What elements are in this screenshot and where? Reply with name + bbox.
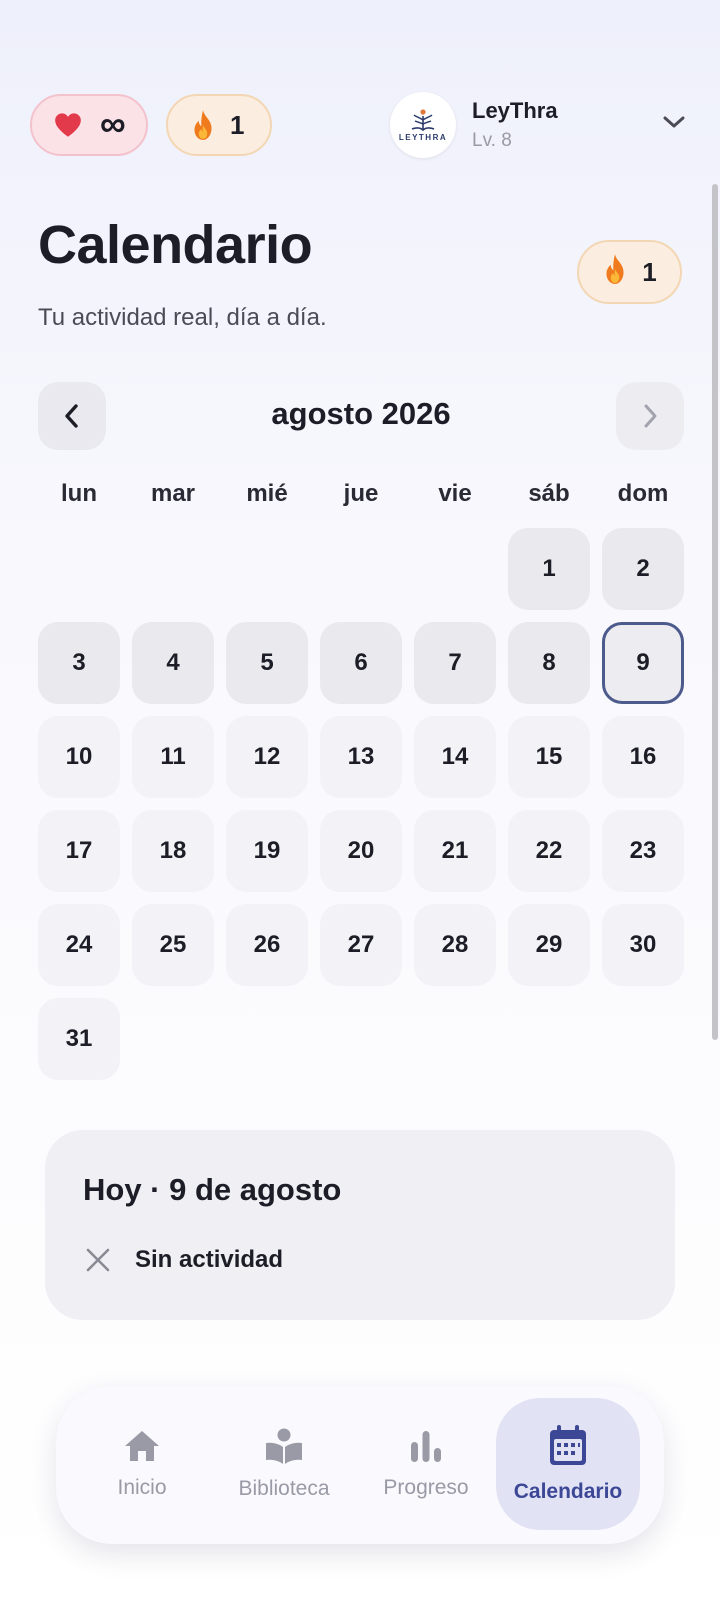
book-reader-icon [266, 1428, 302, 1464]
weekday-label: mié [246, 480, 288, 507]
calendar-grid: 1 2 3 4 5 6 7 8 9 10 11 12 13 14 15 16 1… [38, 528, 684, 1088]
home-icon [125, 1431, 159, 1461]
nav-item-inicio[interactable]: Inicio [70, 1398, 214, 1530]
activity-status-text: Sin actividad [135, 1246, 284, 1273]
flame-icon [190, 109, 216, 141]
day-cell[interactable]: 22 [508, 810, 590, 892]
day-cell[interactable]: 15 [508, 716, 590, 798]
weekday-label: jue [343, 480, 379, 507]
nav-item-biblioteca[interactable]: Biblioteca [212, 1398, 356, 1530]
day-cell[interactable]: 24 [38, 904, 120, 986]
day-cell[interactable]: 12 [226, 716, 308, 798]
day-cell[interactable]: 1 [508, 528, 590, 610]
next-month-button[interactable] [616, 382, 684, 450]
day-cell[interactable]: 18 [132, 810, 214, 892]
day-cell[interactable]: 5 [226, 622, 308, 704]
day-cell[interactable]: 3 [38, 622, 120, 704]
bar-chart-icon [411, 1431, 441, 1462]
flame-icon [602, 253, 628, 292]
nav-item-calendario[interactable]: Calendario [496, 1398, 640, 1530]
scrollbar[interactable] [712, 184, 718, 1040]
chevron-down-icon[interactable] [662, 114, 686, 135]
day-cell[interactable]: 20 [320, 810, 402, 892]
summary-title: Hoy · 9 de agosto [83, 1172, 342, 1207]
calendar-icon [550, 1425, 586, 1465]
day-cell[interactable]: 26 [226, 904, 308, 986]
day-cell[interactable]: 16 [602, 716, 684, 798]
weekday-header: lun mar mié jue vie sáb dom [38, 480, 684, 520]
profile-menu[interactable]: LEYTHRA LeyThra Lv. 8 [390, 92, 690, 158]
weekday-label: mar [150, 480, 196, 507]
lives-value: ∞ [100, 102, 126, 144]
month-label: agosto 2026 [271, 396, 451, 431]
lives-pill[interactable]: ∞ [30, 94, 148, 156]
day-cell[interactable]: 25 [132, 904, 214, 986]
close-icon [86, 1248, 110, 1272]
weekday-label: sáb [528, 480, 570, 507]
streak-value: 1 [230, 109, 245, 140]
user-level: Lv. 8 [472, 130, 512, 151]
day-cell[interactable]: 29 [508, 904, 590, 986]
nav-label: Calendario [513, 1480, 623, 1503]
nav-label: Biblioteca [238, 1477, 330, 1500]
nav-item-progreso[interactable]: Progreso [354, 1398, 498, 1530]
weekday-label: lun [61, 480, 97, 507]
weekday-label: vie [438, 480, 472, 507]
streak-badge: 1 [577, 240, 682, 304]
day-cell[interactable]: 17 [38, 810, 120, 892]
bottom-navigation: Inicio Biblioteca Progreso Calendario [56, 1386, 664, 1544]
day-cell[interactable]: 21 [414, 810, 496, 892]
day-cell[interactable]: 10 [38, 716, 120, 798]
day-cell[interactable]: 7 [414, 622, 496, 704]
avatar[interactable]: LEYTHRA [390, 92, 456, 158]
day-cell[interactable]: 23 [602, 810, 684, 892]
streak-badge-value: 1 [642, 256, 657, 287]
day-cell[interactable]: 28 [414, 904, 496, 986]
day-cell-today[interactable]: 9 [602, 622, 684, 704]
page-title: Calendario [38, 215, 313, 275]
day-cell[interactable]: 14 [414, 716, 496, 798]
weekday-label: dom [617, 480, 669, 507]
day-cell[interactable]: 11 [132, 716, 214, 798]
day-cell[interactable]: 13 [320, 716, 402, 798]
tree-logo-icon [411, 109, 435, 132]
day-cell[interactable]: 8 [508, 622, 590, 704]
avatar-logo-text: LEYTHRA [398, 133, 448, 142]
nav-label: Progreso [383, 1476, 469, 1499]
day-summary-card: Hoy · 9 de agosto Sin actividad [45, 1130, 675, 1320]
chevron-right-icon [644, 404, 657, 428]
streak-pill[interactable]: 1 [166, 94, 272, 156]
day-cell[interactable]: 27 [320, 904, 402, 986]
chevron-left-icon [65, 404, 78, 428]
day-cell[interactable]: 6 [320, 622, 402, 704]
previous-month-button[interactable] [38, 382, 106, 450]
nav-label: Inicio [117, 1476, 167, 1499]
day-cell[interactable]: 2 [602, 528, 684, 610]
top-bar: ∞ 1 LEYTHRA LeyThra Lv. 8 [0, 0, 720, 170]
day-cell[interactable]: 4 [132, 622, 214, 704]
heart-icon [54, 112, 82, 138]
user-name: LeyThra [472, 98, 558, 123]
day-cell[interactable]: 30 [602, 904, 684, 986]
page-subtitle: Tu actividad real, día a día. [38, 304, 327, 331]
day-cell[interactable]: 31 [38, 998, 120, 1080]
day-cell[interactable]: 19 [226, 810, 308, 892]
activity-status: Sin actividad [85, 1246, 283, 1274]
